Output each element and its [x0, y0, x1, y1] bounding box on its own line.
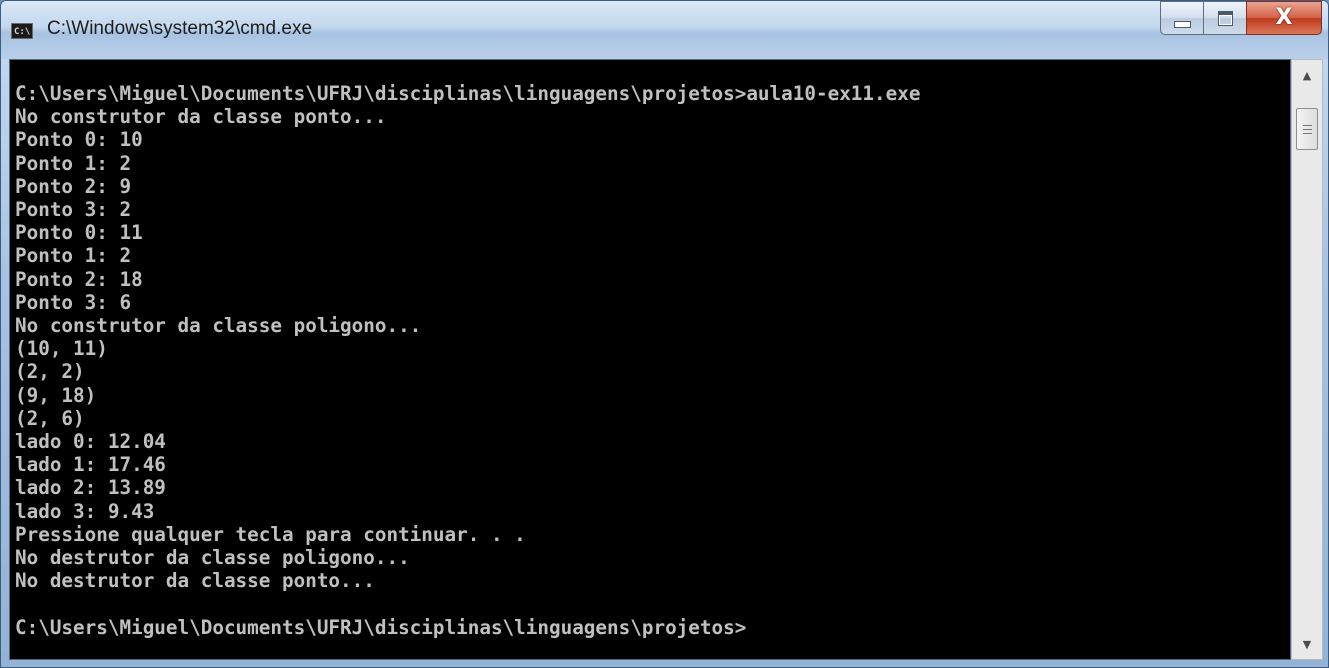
scroll-down-arrow-icon: ▼ — [1302, 637, 1312, 651]
title-bar[interactable]: C:\ C:\Windows\system32\cmd.exe X — [1, 1, 1328, 59]
console-line: lado 3: 9.43 — [15, 499, 155, 523]
console-line: C:\Users\Miguel\Documents\UFRJ\disciplin… — [15, 82, 921, 105]
console-text: C:\Users\Miguel\Documents\UFRJ\disciplin… — [10, 60, 1290, 639]
cmd-window: C:\ C:\Windows\system32\cmd.exe X C:\Use… — [0, 0, 1329, 668]
minimize-button[interactable] — [1160, 1, 1203, 35]
console-line: (2, 2) — [15, 360, 85, 384]
console-line: Ponto 0: 10 — [15, 128, 143, 152]
console-line: No construtor da classe ponto... — [15, 105, 387, 129]
maximize-button[interactable] — [1203, 1, 1246, 35]
close-button[interactable]: X — [1246, 1, 1322, 35]
console-line: lado 0: 12.04 — [15, 430, 166, 454]
cmd-icon[interactable]: C:\ — [11, 23, 33, 39]
console-line: No destrutor da classe ponto... — [15, 569, 375, 593]
console-line: C:\Users\Miguel\Documents\UFRJ\disciplin… — [15, 615, 747, 639]
console-line: Ponto 1: 2 — [15, 151, 132, 175]
console-line: Ponto 3: 2 — [15, 198, 132, 222]
console-line: lado 1: 17.46 — [15, 453, 166, 477]
console-line: Ponto 1: 2 — [15, 244, 132, 268]
scroll-down-button[interactable]: ▼ — [1292, 629, 1322, 659]
close-icon: X — [1275, 5, 1293, 30]
scroll-up-button[interactable]: ▲ — [1292, 60, 1322, 90]
maximize-icon — [1217, 10, 1233, 26]
vertical-scrollbar[interactable]: ▲ ▼ — [1291, 59, 1323, 660]
console-output[interactable]: C:\Users\Miguel\Documents\UFRJ\disciplin… — [9, 59, 1291, 660]
scroll-up-arrow-icon: ▲ — [1302, 68, 1312, 82]
console-line: No construtor da classe poligono... — [15, 314, 422, 338]
console-line: No destrutor da classe poligono... — [15, 546, 410, 570]
console-line: Pressione qualquer tecla para continuar.… — [15, 522, 526, 546]
console-line: lado 2: 13.89 — [15, 476, 166, 500]
console-line: (2, 6) — [15, 406, 85, 430]
console-line: Ponto 3: 6 — [15, 290, 132, 314]
console-line: Ponto 2: 18 — [15, 267, 143, 291]
grip-icon — [1302, 124, 1312, 134]
console-line: Ponto 2: 9 — [15, 174, 132, 198]
window-title: C:\Windows\system32\cmd.exe — [47, 18, 313, 39]
console-line: (10, 11) — [15, 337, 108, 361]
scroll-thumb[interactable] — [1296, 108, 1318, 150]
minimize-icon — [1173, 20, 1191, 28]
console-line: (9, 18) — [15, 383, 97, 407]
console-line: Ponto 0: 11 — [15, 221, 143, 245]
window-controls: X — [1160, 1, 1322, 37]
